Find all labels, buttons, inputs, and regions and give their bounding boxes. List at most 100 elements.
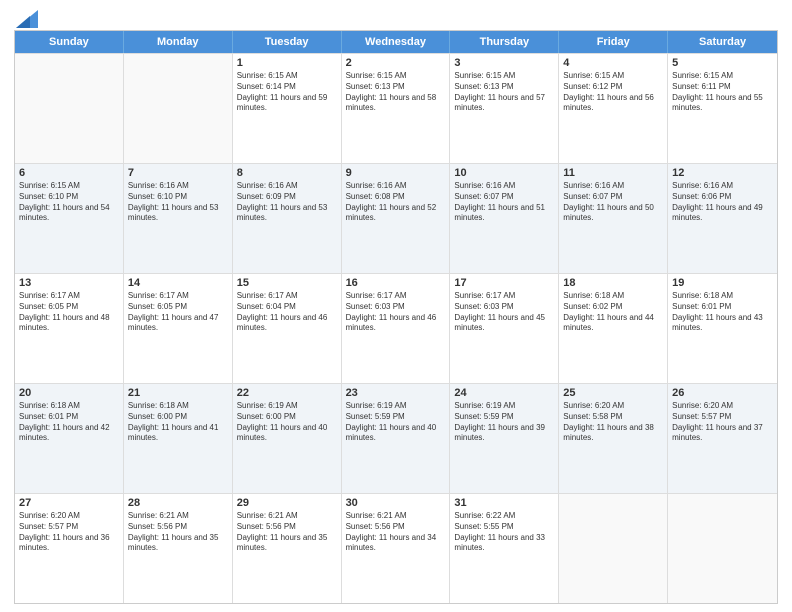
day-number: 28 (128, 497, 228, 509)
cal-cell: 30 Sunrise: 6:21 AM Sunset: 5:56 PM Dayli… (342, 494, 451, 603)
day-info: Sunrise: 6:17 AM Sunset: 6:03 PM Dayligh… (346, 291, 446, 334)
cal-cell: 25 Sunrise: 6:20 AM Sunset: 5:58 PM Dayli… (559, 384, 668, 493)
day-info: Sunrise: 6:22 AM Sunset: 5:55 PM Dayligh… (454, 511, 554, 554)
day-number: 17 (454, 277, 554, 289)
calendar-body: 1Sunrise: 6:15 AM Sunset: 6:14 PM Daylig… (15, 53, 777, 603)
week-row-5: 27 Sunrise: 6:20 AM Sunset: 5:57 PM Dayli… (15, 493, 777, 603)
calendar-header: SundayMondayTuesdayWednesdayThursdayFrid… (15, 31, 777, 53)
logo (14, 10, 38, 24)
day-number: 7 (128, 167, 228, 179)
day-info: Sunrise: 6:17 AM Sunset: 6:05 PM Dayligh… (128, 291, 228, 334)
cal-cell: 20 Sunrise: 6:18 AM Sunset: 6:01 PM Dayli… (15, 384, 124, 493)
cal-cell: 7 Sunrise: 6:16 AM Sunset: 6:10 PM Daylig… (124, 164, 233, 273)
cal-cell: 14 Sunrise: 6:17 AM Sunset: 6:05 PM Dayli… (124, 274, 233, 383)
cal-cell: 27 Sunrise: 6:20 AM Sunset: 5:57 PM Dayli… (15, 494, 124, 603)
day-info: Sunrise: 6:18 AM Sunset: 6:00 PM Dayligh… (128, 401, 228, 444)
day-number: 23 (346, 387, 446, 399)
cal-cell: 13 Sunrise: 6:17 AM Sunset: 6:05 PM Dayli… (15, 274, 124, 383)
cal-cell: 3 Sunrise: 6:15 AM Sunset: 6:13 PM Daylig… (450, 54, 559, 163)
day-info: Sunrise: 6:16 AM Sunset: 6:09 PM Dayligh… (237, 181, 337, 224)
day-info: Sunrise: 6:20 AM Sunset: 5:58 PM Dayligh… (563, 401, 663, 444)
day-number: 5 (672, 57, 773, 69)
day-info: Sunrise: 6:16 AM Sunset: 6:10 PM Dayligh… (128, 181, 228, 224)
day-number: 13 (19, 277, 119, 289)
cal-cell (124, 54, 233, 163)
cal-cell: 29Sunrise: 6:21 AM Sunset: 5:56 PM Dayli… (233, 494, 342, 603)
day-info: Sunrise: 6:18 AM Sunset: 6:02 PM Dayligh… (563, 291, 663, 334)
day-number: 2 (346, 57, 446, 69)
day-number: 14 (128, 277, 228, 289)
day-number: 10 (454, 167, 554, 179)
cal-cell: 19 Sunrise: 6:18 AM Sunset: 6:01 PM Dayli… (668, 274, 777, 383)
cal-cell: 6 Sunrise: 6:15 AM Sunset: 6:10 PM Daylig… (15, 164, 124, 273)
week-row-2: 6 Sunrise: 6:15 AM Sunset: 6:10 PM Daylig… (15, 163, 777, 273)
day-number: 25 (563, 387, 663, 399)
day-info: Sunrise: 6:15 AM Sunset: 6:13 PM Dayligh… (346, 71, 446, 114)
day-info: Sunrise: 6:20 AM Sunset: 5:57 PM Dayligh… (672, 401, 773, 444)
day-number: 26 (672, 387, 773, 399)
day-number: 21 (128, 387, 228, 399)
cal-cell: 28 Sunrise: 6:21 AM Sunset: 5:56 PM Dayli… (124, 494, 233, 603)
day-number: 22 (237, 387, 337, 399)
cal-cell: 31Sunrise: 6:22 AM Sunset: 5:55 PM Dayli… (450, 494, 559, 603)
day-info: Sunrise: 6:17 AM Sunset: 6:05 PM Dayligh… (19, 291, 119, 334)
day-number: 16 (346, 277, 446, 289)
day-info: Sunrise: 6:15 AM Sunset: 6:10 PM Dayligh… (19, 181, 119, 224)
day-number: 19 (672, 277, 773, 289)
day-info: Sunrise: 6:18 AM Sunset: 6:01 PM Dayligh… (672, 291, 773, 334)
header-day-saturday: Saturday (668, 31, 777, 53)
day-info: Sunrise: 6:17 AM Sunset: 6:04 PM Dayligh… (237, 291, 337, 334)
cal-cell: 21 Sunrise: 6:18 AM Sunset: 6:00 PM Dayli… (124, 384, 233, 493)
cal-cell: 9Sunrise: 6:16 AM Sunset: 6:08 PM Daylig… (342, 164, 451, 273)
day-info: Sunrise: 6:19 AM Sunset: 5:59 PM Dayligh… (346, 401, 446, 444)
day-info: Sunrise: 6:21 AM Sunset: 5:56 PM Dayligh… (346, 511, 446, 554)
header-day-wednesday: Wednesday (342, 31, 451, 53)
day-info: Sunrise: 6:20 AM Sunset: 5:57 PM Dayligh… (19, 511, 119, 554)
logo-icon (16, 10, 38, 28)
header-day-friday: Friday (559, 31, 668, 53)
day-number: 20 (19, 387, 119, 399)
calendar: SundayMondayTuesdayWednesdayThursdayFrid… (14, 30, 778, 604)
day-info: Sunrise: 6:21 AM Sunset: 5:56 PM Dayligh… (237, 511, 337, 554)
day-number: 8 (237, 167, 337, 179)
day-info: Sunrise: 6:15 AM Sunset: 6:12 PM Dayligh… (563, 71, 663, 114)
day-info: Sunrise: 6:17 AM Sunset: 6:03 PM Dayligh… (454, 291, 554, 334)
week-row-4: 20 Sunrise: 6:18 AM Sunset: 6:01 PM Dayli… (15, 383, 777, 493)
cal-cell: 8 Sunrise: 6:16 AM Sunset: 6:09 PM Daylig… (233, 164, 342, 273)
day-info: Sunrise: 6:15 AM Sunset: 6:14 PM Dayligh… (237, 71, 337, 114)
cal-cell: 15 Sunrise: 6:17 AM Sunset: 6:04 PM Dayli… (233, 274, 342, 383)
week-row-3: 13 Sunrise: 6:17 AM Sunset: 6:05 PM Dayli… (15, 273, 777, 383)
day-info: Sunrise: 6:16 AM Sunset: 6:07 PM Dayligh… (563, 181, 663, 224)
cal-cell: 16 Sunrise: 6:17 AM Sunset: 6:03 PM Dayli… (342, 274, 451, 383)
day-info: Sunrise: 6:18 AM Sunset: 6:01 PM Dayligh… (19, 401, 119, 444)
cal-cell: 12Sunrise: 6:16 AM Sunset: 6:06 PM Dayli… (668, 164, 777, 273)
day-info: Sunrise: 6:15 AM Sunset: 6:11 PM Dayligh… (672, 71, 773, 114)
day-number: 24 (454, 387, 554, 399)
day-number: 6 (19, 167, 119, 179)
day-info: Sunrise: 6:15 AM Sunset: 6:13 PM Dayligh… (454, 71, 554, 114)
cal-cell: 17 Sunrise: 6:17 AM Sunset: 6:03 PM Dayli… (450, 274, 559, 383)
day-number: 12 (672, 167, 773, 179)
day-number: 4 (563, 57, 663, 69)
cal-cell: 22Sunrise: 6:19 AM Sunset: 6:00 PM Dayli… (233, 384, 342, 493)
day-info: Sunrise: 6:19 AM Sunset: 5:59 PM Dayligh… (454, 401, 554, 444)
header-day-thursday: Thursday (450, 31, 559, 53)
cal-cell: 24 Sunrise: 6:19 AM Sunset: 5:59 PM Dayli… (450, 384, 559, 493)
cal-cell (559, 494, 668, 603)
page: SundayMondayTuesdayWednesdayThursdayFrid… (0, 0, 792, 612)
day-number: 27 (19, 497, 119, 509)
day-info: Sunrise: 6:16 AM Sunset: 6:08 PM Dayligh… (346, 181, 446, 224)
day-info: Sunrise: 6:16 AM Sunset: 6:07 PM Dayligh… (454, 181, 554, 224)
week-row-1: 1Sunrise: 6:15 AM Sunset: 6:14 PM Daylig… (15, 53, 777, 163)
day-info: Sunrise: 6:21 AM Sunset: 5:56 PM Dayligh… (128, 511, 228, 554)
header-day-monday: Monday (124, 31, 233, 53)
day-number: 3 (454, 57, 554, 69)
day-number: 15 (237, 277, 337, 289)
cal-cell: 2 Sunrise: 6:15 AM Sunset: 6:13 PM Daylig… (342, 54, 451, 163)
day-number: 30 (346, 497, 446, 509)
cal-cell: 23 Sunrise: 6:19 AM Sunset: 5:59 PM Dayli… (342, 384, 451, 493)
header-day-tuesday: Tuesday (233, 31, 342, 53)
cal-cell (668, 494, 777, 603)
header (14, 10, 778, 24)
day-number: 18 (563, 277, 663, 289)
